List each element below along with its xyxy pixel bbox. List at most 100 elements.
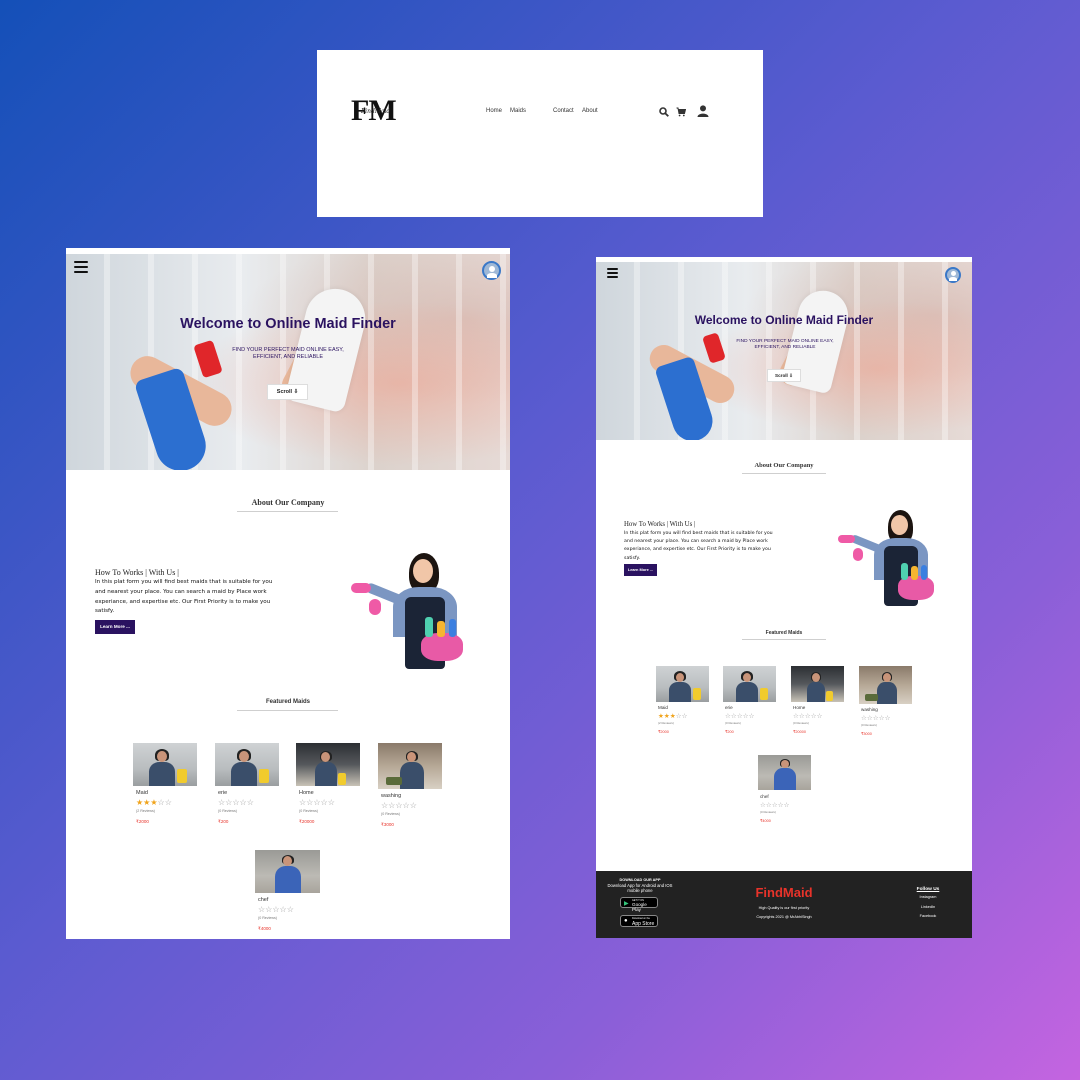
- review-count: (0 Reviews): [258, 916, 277, 920]
- review-count: (0 Reviews): [381, 812, 400, 816]
- footer: DOWNLOAD OUR APP Download App for Androi…: [596, 871, 972, 938]
- apple-icon: ●: [624, 918, 628, 924]
- scroll-button[interactable]: Scroll ⇩: [767, 369, 801, 382]
- star-rating: ★★★☆☆: [658, 713, 688, 720]
- nav-link-about[interactable]: About: [582, 108, 598, 114]
- maid-name[interactable]: Home: [793, 705, 805, 710]
- nav-link-contact[interactable]: Contact: [553, 108, 574, 114]
- review-count: (2 Reviews): [136, 809, 155, 813]
- hero-subtitle: FIND YOUR PERFECT MAID ONLINE EASY, EFFI…: [232, 347, 344, 360]
- maid-photo[interactable]: [656, 666, 709, 702]
- download-app-title: DOWNLOAD OUR APP: [619, 878, 661, 882]
- about-description: In this plat form you will find best mai…: [95, 579, 273, 615]
- google-play-button[interactable]: ▶ GET IT ON Google Play: [620, 897, 658, 912]
- maid-photo[interactable]: [255, 850, 320, 893]
- star-rating: ☆☆☆☆☆: [218, 798, 254, 807]
- maid-name[interactable]: Maid: [136, 790, 148, 796]
- hero-banner: Welcome to Online Maid Finder FIND YOUR …: [596, 262, 972, 440]
- maid-photo[interactable]: [859, 666, 912, 704]
- review-count: (0 Reviews): [861, 723, 877, 727]
- tablet-page-preview: Welcome to Online Maid Finder FIND YOUR …: [596, 257, 972, 938]
- maid-name[interactable]: chef: [258, 897, 268, 903]
- profile-avatar-icon[interactable]: [482, 261, 501, 280]
- google-play-icon: ▶: [624, 901, 629, 907]
- hero-title: Welcome to Online Maid Finder: [694, 313, 874, 327]
- maid-name[interactable]: chef: [760, 794, 769, 799]
- canvas: { "nav": { "logo_letters": "FM", "logo_s…: [0, 0, 1080, 1080]
- how-it-works-title: How To Works | With Us |: [624, 521, 696, 528]
- hamburger-menu-icon[interactable]: [74, 261, 88, 273]
- logo-script: FindMaid: [361, 108, 391, 115]
- maid-photo[interactable]: [378, 743, 442, 789]
- app-store-button[interactable]: ● Download on the App Store: [620, 915, 658, 927]
- featured-title-underline: [742, 639, 826, 640]
- review-count: (0 Reviews): [299, 809, 318, 813]
- maid-photo[interactable]: [215, 743, 279, 786]
- maid-name[interactable]: erie: [725, 705, 733, 710]
- maid-photo[interactable]: [758, 755, 811, 790]
- maid-photo[interactable]: [723, 666, 776, 702]
- maid-price: ₹2000: [658, 730, 669, 734]
- maid-illustration: [351, 553, 481, 671]
- maid-name[interactable]: Home: [299, 790, 314, 796]
- about-description: In this plat form you will find best mai…: [624, 531, 773, 561]
- maid-price: ₹20000: [299, 819, 315, 824]
- maid-price: ₹4000: [258, 926, 271, 931]
- maid-price: ₹200: [218, 819, 229, 824]
- star-rating: ☆☆☆☆☆: [381, 801, 417, 810]
- star-rating: ★★★☆☆: [136, 798, 172, 807]
- star-rating: ☆☆☆☆☆: [793, 713, 823, 720]
- maid-name[interactable]: washing: [381, 793, 401, 799]
- maid-name[interactable]: Maid: [658, 705, 668, 710]
- maid-price: ₹3000: [381, 822, 394, 827]
- social-link-instagram[interactable]: Instagram: [908, 895, 948, 899]
- nav-link-maids[interactable]: Maids: [510, 108, 526, 114]
- hero-banner: Welcome to Online Maid Finder FIND YOUR …: [66, 254, 510, 470]
- hamburger-menu-icon[interactable]: [607, 268, 618, 278]
- learn-more-button[interactable]: Learn More ...: [624, 564, 657, 576]
- logo[interactable]: FM FindMaid: [351, 96, 399, 126]
- featured-maids-title: Featured Maids: [765, 630, 803, 636]
- maid-name[interactable]: washing: [861, 707, 878, 712]
- scroll-button[interactable]: Scroll ⇩: [267, 384, 308, 400]
- maid-price: ₹200: [725, 730, 734, 734]
- review-count: (0 Reviews): [218, 809, 237, 813]
- learn-more-button[interactable]: Learn More ...: [95, 620, 135, 634]
- hero-subtitle: FIND YOUR PERFECT MAID ONLINE EASY, EFFI…: [736, 339, 834, 350]
- nav-icons: [659, 104, 719, 118]
- star-rating: ☆☆☆☆☆: [725, 713, 755, 720]
- nav-link-home[interactable]: Home: [486, 108, 502, 114]
- maid-photo[interactable]: [296, 743, 360, 786]
- featured-maids-title: Featured Maids: [265, 699, 310, 705]
- follow-us-title: Follow Us: [916, 887, 940, 892]
- maid-photo[interactable]: [133, 743, 197, 786]
- maid-price: ₹4000: [760, 819, 771, 823]
- about-section-title: About Our Company: [251, 498, 325, 507]
- about-title-underline: [742, 473, 826, 474]
- navbar-preview: FM FindMaid Home Maids Contact About: [317, 50, 763, 217]
- maid-price: ₹2000: [136, 819, 149, 824]
- profile-avatar-icon[interactable]: [945, 267, 961, 283]
- cart-icon[interactable]: [676, 104, 687, 122]
- desktop-page-preview: Welcome to Online Maid Finder FIND YOUR …: [66, 248, 510, 939]
- maid-name[interactable]: erie: [218, 790, 227, 796]
- star-rating: ☆☆☆☆☆: [861, 715, 891, 722]
- about-title-underline: [237, 511, 338, 512]
- hero-title: Welcome to Online Maid Finder: [180, 316, 396, 332]
- review-count: (0 Reviews): [725, 721, 741, 725]
- maid-price: ₹3000: [861, 732, 872, 736]
- social-link-facebook[interactable]: Facebook: [908, 914, 948, 918]
- review-count: (0 Reviews): [760, 810, 776, 814]
- social-link-linkedin[interactable]: LinkedIn: [908, 905, 948, 909]
- featured-title-underline: [237, 710, 338, 711]
- review-count: (0 Reviews): [793, 721, 809, 725]
- hero-window-backdrop: [66, 254, 510, 470]
- about-section-title: About Our Company: [754, 462, 814, 469]
- how-it-works-title: How To Works | With Us |: [95, 568, 179, 577]
- search-icon[interactable]: [659, 104, 669, 122]
- footer-copyright: Copyrights 2021 @ MrAbhiSingh: [756, 915, 812, 919]
- maid-illustration: [838, 510, 948, 606]
- review-count: (2 Reviews): [658, 721, 674, 725]
- user-icon[interactable]: [697, 104, 709, 122]
- maid-photo[interactable]: [791, 666, 844, 702]
